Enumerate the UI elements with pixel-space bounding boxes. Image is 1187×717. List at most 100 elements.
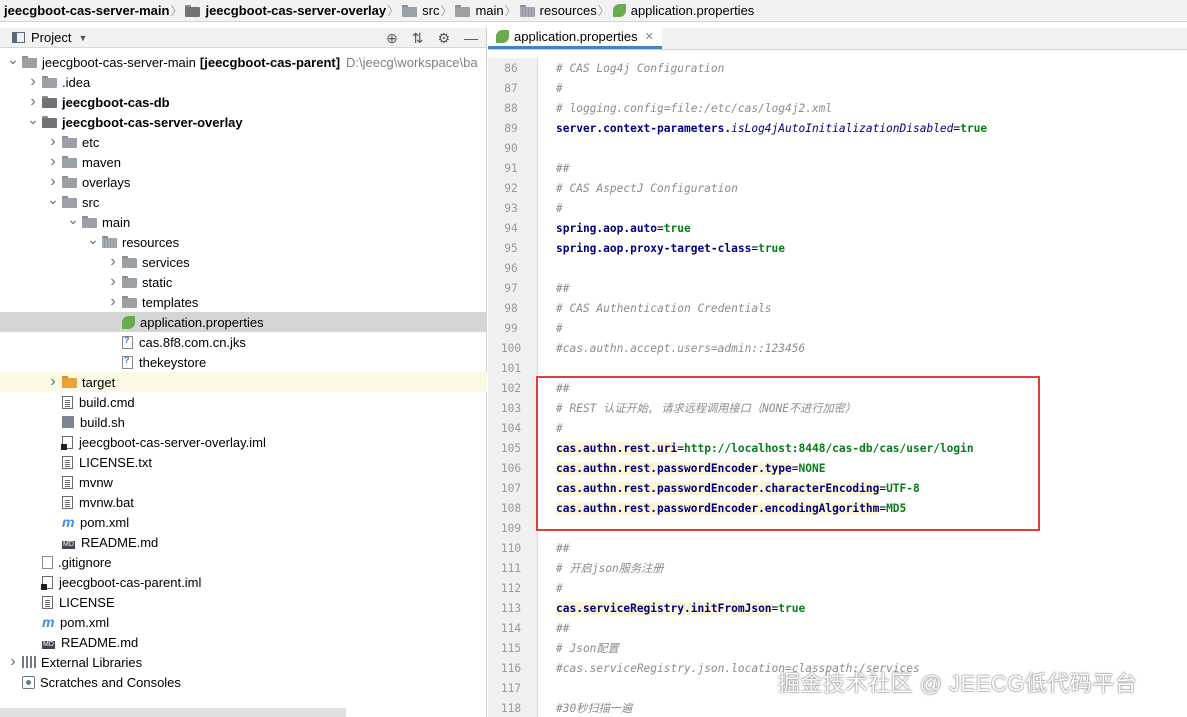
tree-item[interactable]: › static (0, 272, 487, 292)
code-line[interactable]: 118 #30秒扫描一遍 (488, 698, 1187, 717)
tree-item[interactable]: MD README.md (0, 632, 487, 652)
code-line[interactable]: 95 spring.aop.proxy-target-class=true (488, 238, 1187, 258)
tree-item[interactable]: LICENSE (0, 592, 487, 612)
tab-application-properties[interactable]: application.properties ✕ (488, 27, 662, 49)
code-line[interactable]: 107 cas.authn.rest.passwordEncoder.charac… (488, 478, 1187, 498)
chevron-right-icon[interactable]: › (44, 133, 62, 151)
breadcrumb-item[interactable]: resources (516, 0, 599, 21)
tree-item[interactable]: jeecgboot-cas-parent.iml (0, 572, 487, 592)
chevron-right-icon[interactable]: › (104, 253, 122, 271)
tree-item[interactable]: › etc (0, 132, 487, 152)
code-line[interactable]: 93 # (488, 198, 1187, 218)
code-line[interactable]: 102 ## (488, 378, 1187, 398)
tree-item[interactable]: › templates (0, 292, 487, 312)
tree-item[interactable]: ⌄ resources (0, 231, 487, 252)
tree-item[interactable]: LICENSE.txt (0, 452, 487, 472)
breadcrumb-item[interactable]: application.properties (609, 0, 757, 21)
chevron-right-icon[interactable]: › (24, 93, 42, 111)
chevron-right-icon[interactable]: › (44, 373, 62, 391)
chevron-down-icon[interactable]: ⌄ (84, 231, 102, 248)
breadcrumb-item[interactable]: jeecgboot-cas-server-main (0, 0, 171, 21)
code-line[interactable]: 88 # logging.config=file:/etc/cas/log4j2.… (488, 98, 1187, 118)
code-line[interactable]: 97 ## (488, 278, 1187, 298)
tree-item[interactable]: ⌄ src (0, 191, 487, 212)
code-line[interactable]: 103 # REST 认证开始, 请求远程调用接口（NONE不进行加密） (488, 398, 1187, 418)
code-line[interactable]: 87 # (488, 78, 1187, 98)
breadcrumb-item[interactable]: jeecgboot-cas-server-overlay (181, 0, 388, 21)
tree-item[interactable]: ⌄ jeecgboot-cas-server-main [jeecgboot-cas… (0, 51, 487, 72)
code-line[interactable]: 96 (488, 258, 1187, 278)
chevron-down-icon[interactable]: ⌄ (64, 211, 82, 228)
code-line[interactable]: 108 cas.authn.rest.passwordEncoder.encodi… (488, 498, 1187, 518)
code-line[interactable]: 92 # CAS AspectJ Configuration (488, 178, 1187, 198)
tree-item[interactable]: › overlays (0, 172, 487, 192)
code-line[interactable]: 105 cas.authn.rest.uri=http://localhost:8… (488, 438, 1187, 458)
collapse-all-icon[interactable]: ⇅ (412, 30, 424, 47)
property-key: server.context-parameters.isLog4jAutoIni… (556, 122, 953, 135)
tree-item[interactable]: › jeecgboot-cas-db (0, 92, 487, 112)
locate-icon[interactable]: ⊕ (386, 30, 398, 47)
close-icon[interactable]: ✕ (645, 30, 654, 43)
code-line[interactable]: 113 cas.serviceRegistry.initFromJson=true (488, 598, 1187, 618)
code-line[interactable]: 104 # (488, 418, 1187, 438)
tree-item[interactable]: › .idea (0, 72, 487, 92)
breadcrumb-item[interactable]: src (398, 0, 441, 21)
code-line[interactable]: 100 #cas.authn.accept.users=admin::123456 (488, 338, 1187, 358)
code-text: ## (538, 162, 569, 175)
tree-item[interactable]: jeecgboot-cas-server-overlay.iml (0, 432, 487, 452)
code-line[interactable]: 90 (488, 138, 1187, 158)
code-line[interactable]: 94 spring.aop.auto=true (488, 218, 1187, 238)
code-lines[interactable]: 86 # CAS Log4j Configuration 87 #88 # loggin… (488, 58, 1187, 717)
code-line[interactable]: 89 server.context-parameters.isLog4jAutoI… (488, 118, 1187, 138)
tree-item[interactable]: m pom.xml (0, 512, 487, 532)
tree-item[interactable]: ⌄ jeecgboot-cas-server-overlay (0, 111, 487, 132)
chevron-down-icon[interactable]: ▼ (78, 33, 87, 43)
tree-item[interactable]: mvnw (0, 472, 487, 492)
comment-text: # REST 认证开始, 请求远程调用接口（NONE不进行加密） (556, 402, 857, 415)
horizontal-scrollbar[interactable] (0, 708, 346, 717)
chevron-down-icon[interactable]: ⌄ (4, 51, 22, 68)
tree-item[interactable]: mvnw.bat (0, 492, 487, 512)
code-line[interactable]: 111 # 开启json服务注册 (488, 558, 1187, 578)
tree-item[interactable]: thekeystore (0, 352, 487, 372)
code-line[interactable]: 99 # (488, 318, 1187, 338)
breadcrumb-item[interactable]: main (451, 0, 505, 21)
hide-icon[interactable]: — (464, 30, 478, 46)
text-file-icon (42, 595, 53, 609)
chevron-right-icon[interactable]: › (4, 653, 22, 671)
tree-item[interactable]: Scratches and Consoles (0, 672, 487, 692)
chevron-right-icon[interactable]: › (44, 153, 62, 171)
code-line[interactable]: 115 # Json配置 (488, 638, 1187, 658)
tree-item[interactable]: ⌄ main (0, 211, 487, 232)
code-text: spring.aop.proxy-target-class=true (538, 242, 785, 255)
tree-item[interactable]: cas.8f8.com.cn.jks (0, 332, 487, 352)
code-line[interactable]: 98 # CAS Authentication Credentials (488, 298, 1187, 318)
gear-icon[interactable]: ⚙ (437, 30, 450, 47)
chevron-down-icon[interactable]: ⌄ (44, 191, 62, 208)
tree-item[interactable]: › services (0, 252, 487, 272)
tree-item[interactable]: application.properties (0, 312, 487, 332)
code-line[interactable]: 106 cas.authn.rest.passwordEncoder.type=N… (488, 458, 1187, 478)
chevron-right-icon[interactable]: › (44, 173, 62, 191)
code-line[interactable]: 101 (488, 358, 1187, 378)
code-line[interactable]: 114 ## (488, 618, 1187, 638)
tree-item[interactable]: build.cmd (0, 392, 487, 412)
code-line[interactable]: 91 ## (488, 158, 1187, 178)
code-line[interactable]: 110 ## (488, 538, 1187, 558)
tree-item[interactable]: › maven (0, 152, 487, 172)
code-line[interactable]: 109 (488, 518, 1187, 538)
tree-item[interactable]: › target (0, 372, 487, 392)
tree-item[interactable]: › External Libraries (0, 652, 487, 672)
chevron-right-icon[interactable]: › (104, 273, 122, 291)
chevron-right-icon[interactable]: › (104, 293, 122, 311)
tree-item[interactable]: .gitignore (0, 552, 487, 572)
code-line[interactable]: 86 # CAS Log4j Configuration (488, 58, 1187, 78)
chevron-down-icon[interactable]: ⌄ (24, 111, 42, 128)
tree-item[interactable]: build.sh (0, 412, 487, 432)
tree-item[interactable]: MD README.md (0, 532, 487, 552)
code-line[interactable]: 112 # (488, 578, 1187, 598)
project-header[interactable]: Project ▼ ⊕ ⇅ ⚙ — (0, 28, 486, 48)
project-view-selector[interactable]: Project (31, 30, 71, 45)
tree-item[interactable]: m pom.xml (0, 612, 487, 632)
chevron-right-icon[interactable]: › (24, 73, 42, 91)
